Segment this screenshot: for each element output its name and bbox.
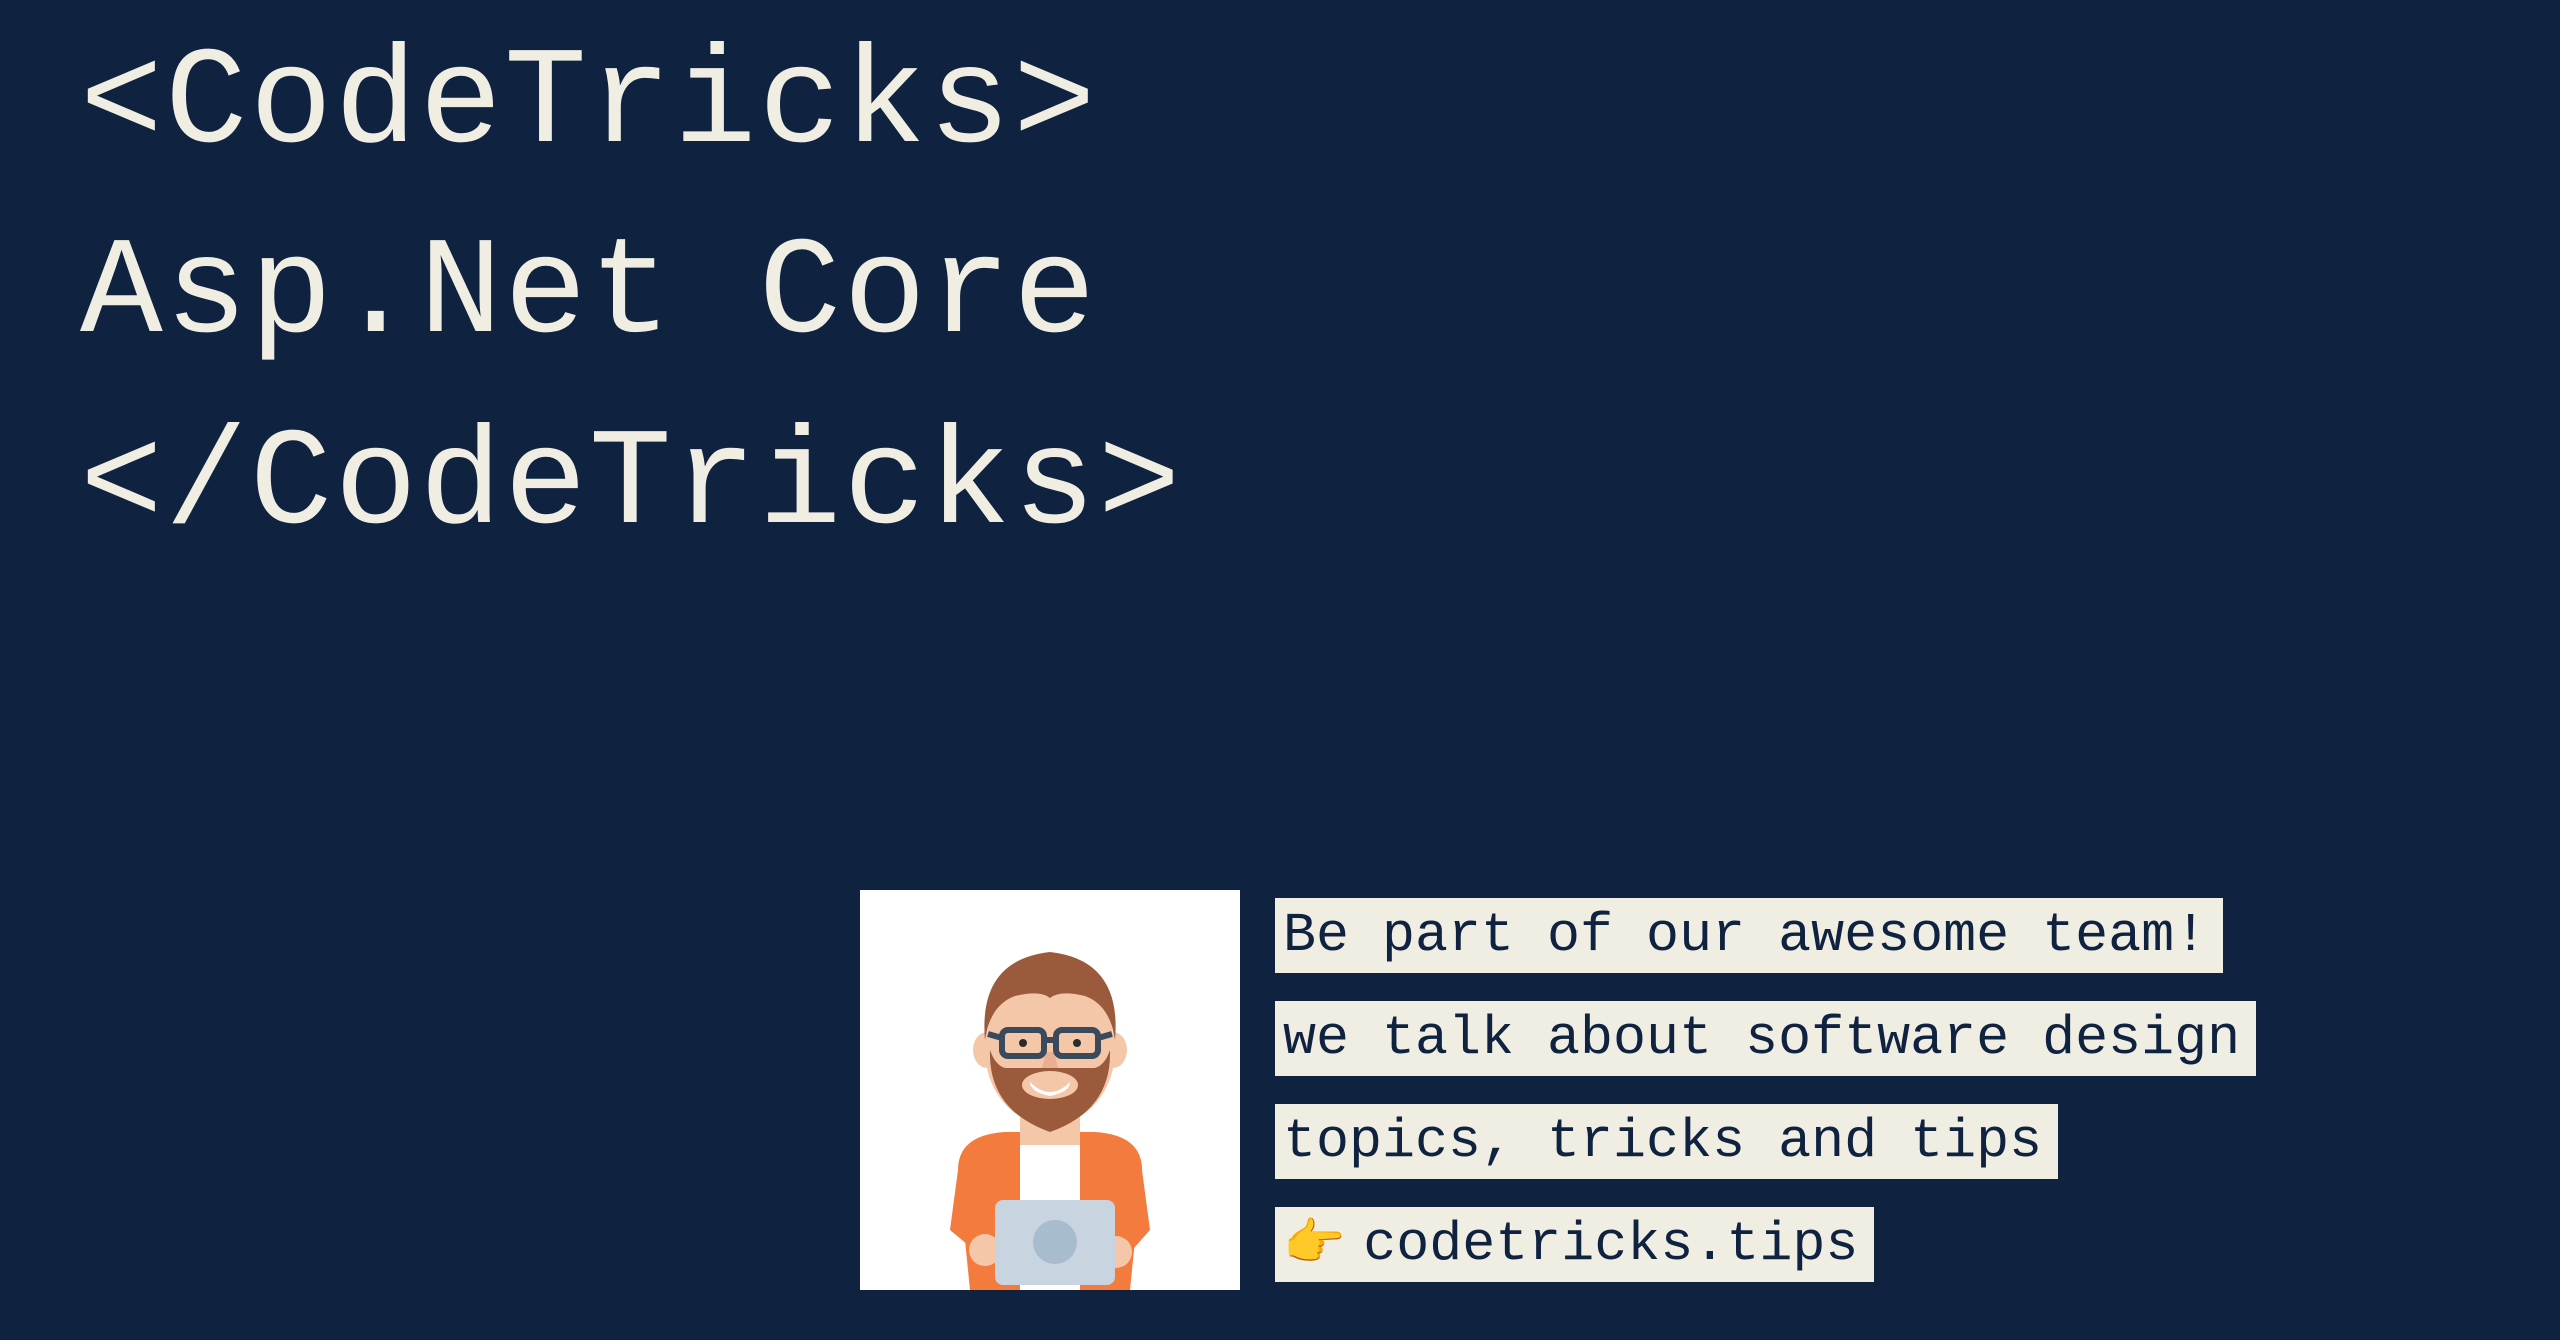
title-open-tag: <CodeTricks> bbox=[80, 10, 1183, 200]
promo-section: Be part of our awesome team! we talk abo… bbox=[860, 890, 2256, 1290]
promo-line-2: we talk about software design bbox=[1275, 1001, 2256, 1076]
title-close-tag: </CodeTricks> bbox=[80, 391, 1183, 581]
promo-line-3: topics, tricks and tips bbox=[1275, 1104, 2058, 1179]
promo-site-text: codetricks.tips bbox=[1363, 1213, 1858, 1276]
promo-line-1: Be part of our awesome team! bbox=[1275, 898, 2223, 973]
promo-site-link[interactable]: 👉 codetricks.tips bbox=[1275, 1207, 1874, 1282]
avatar-image bbox=[860, 890, 1240, 1290]
promo-text-column: Be part of our awesome team! we talk abo… bbox=[1275, 890, 2256, 1282]
developer-avatar-icon bbox=[910, 910, 1190, 1290]
title-block: <CodeTricks> Asp.Net Core </CodeTricks> bbox=[80, 10, 1183, 581]
pointer-icon: 👉 bbox=[1283, 1214, 1345, 1275]
title-topic: Asp.Net Core bbox=[80, 200, 1183, 390]
